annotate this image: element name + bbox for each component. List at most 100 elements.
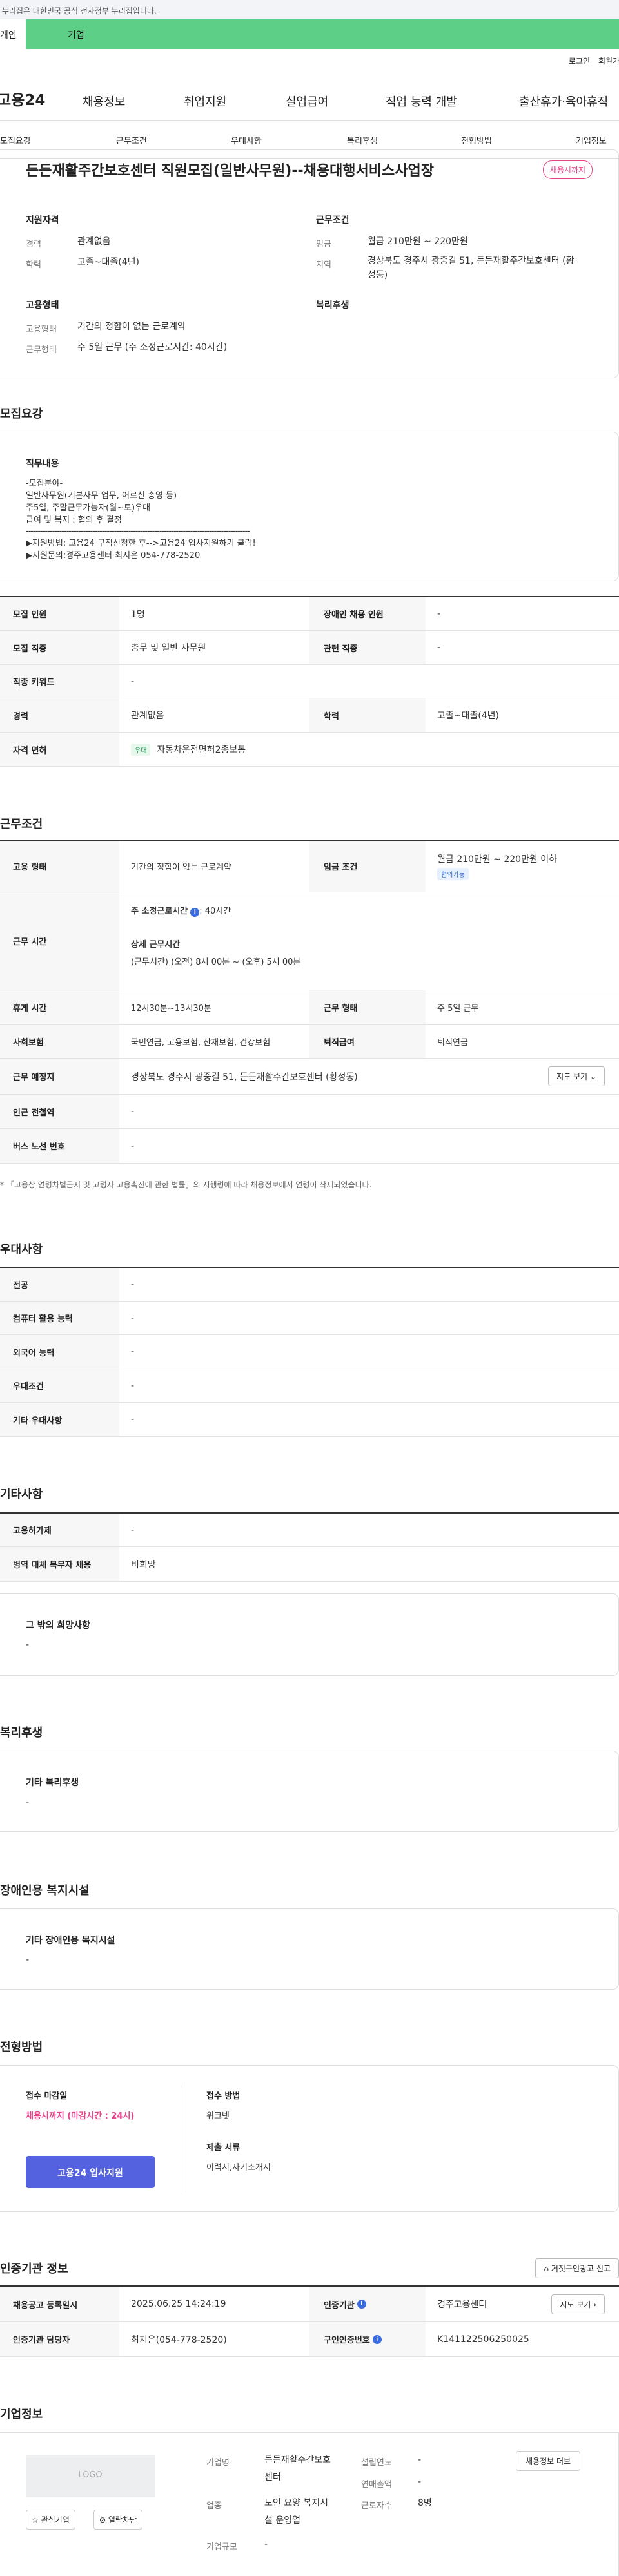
welfare-box: 기타 복리후생 -	[0, 1751, 619, 1832]
tab-preferences[interactable]: 우대사항	[231, 134, 262, 146]
cell-header: 경력	[0, 698, 119, 732]
tab-company[interactable]: 기업	[68, 28, 84, 41]
negotiable-chip: 협의가능	[437, 868, 469, 880]
tab-company-info[interactable]: 기업정보	[576, 134, 607, 146]
founded-label: 설립연도	[361, 2458, 392, 2468]
job-summary-card: 든든재활주간보호센터 직원모집(일반사무원)--채용대행서비스사업장 채용시까지…	[0, 149, 619, 378]
company-size-label: 기업규모	[206, 2542, 237, 2552]
gnb-jobs[interactable]: 채용정보	[83, 93, 125, 110]
cell-value: -	[131, 1106, 135, 1117]
table-row: 모집 인원 1명 장애인 채용 인원 -	[0, 597, 619, 631]
login-link[interactable]: 로그인	[569, 55, 590, 66]
table-row: 사회보험 국민연금, 고용보험, 산재보험, 건강보험 퇴직급여 퇴직연금	[0, 1025, 619, 1059]
employees-label: 근로자수	[361, 2501, 392, 2511]
table-row: 근무 예정지 경상북도 경주시 광중길 51, 든든재활주간보호센터 (황성동)…	[0, 1059, 619, 1095]
cell-value: 고졸~대졸(4년)	[437, 711, 499, 721]
cell-value: 주 5일 근무	[437, 1004, 479, 1014]
cell-value: 비희망	[131, 1559, 156, 1570]
section-welfare-title: 복리후생	[0, 1726, 43, 1740]
duty-heading: 직무내용	[26, 459, 59, 469]
emp-heading: 고용형태	[26, 300, 59, 311]
cell-header: 자격 면허	[0, 733, 119, 766]
job-title: 든든재활주간보호센터 직원모집(일반사무원)--채용대행서비스사업장	[26, 163, 434, 179]
company-name-label: 기업명	[206, 2458, 230, 2468]
report-fake-ad-button[interactable]: ⌂ 거짓구인광고 신고	[535, 2258, 619, 2278]
welfare-box-value: -	[26, 1797, 30, 1807]
tab-welfare[interactable]: 복리후생	[347, 134, 378, 146]
block-icon: ⊘	[99, 2515, 106, 2524]
industry-value-1: 노인 요양 복지시	[264, 2498, 329, 2508]
weekly-hours-label: 주 소정근로시간	[131, 907, 188, 916]
founded-value: -	[418, 2455, 422, 2465]
detail-hours-label: 상세 근무시간	[131, 940, 181, 950]
cell-header: 휴게 시간	[0, 990, 119, 1024]
emptype-value: 기간의 정함이 없는 근로계약	[77, 322, 186, 332]
gnb-support[interactable]: 취업지원	[184, 93, 226, 110]
table-row: 근무 시간 주 소정근로시간 i: 40시간 상세 근무시간 (근무시간) (오전…	[0, 892, 619, 990]
duty-line: ▶지원방법: 고용24 구직신청한 후-->고용24 입사지원하기 클릭!	[26, 539, 256, 548]
license-value: 자동차운전면허2종보통	[157, 745, 246, 755]
info-icon[interactable]: i	[357, 2300, 366, 2309]
cell-header: 고용허가제	[0, 1514, 119, 1546]
disability-box-value: -	[26, 1955, 30, 1965]
tab-recruit[interactable]: 모집요강	[0, 134, 31, 146]
more-jobs-button[interactable]: 채용정보 더보	[516, 2451, 581, 2471]
duty-line: 일반사무원(기본사무 업무, 어르신 송영 등)	[26, 491, 177, 501]
duty-divider: ----------------------------------------…	[26, 526, 250, 536]
cell-header: 전공	[0, 1268, 119, 1301]
section-agency-title: 인증기관 정보	[0, 2262, 68, 2276]
cell-header: 우대조건	[0, 1369, 119, 1402]
tab-conditions[interactable]: 근무조건	[116, 134, 147, 146]
cond-heading: 근무조건	[316, 215, 349, 226]
cell-value: 12시30분~13시30분	[131, 1004, 211, 1014]
block-view-label: 열람차단	[108, 2515, 137, 2524]
global-nav: 고용24 채용정보 취업지원 실업급여 직업 능력 개발 출산휴가·육아휴직	[0, 71, 619, 121]
gnb-leave[interactable]: 출산휴가·육아휴직	[519, 93, 608, 110]
welfare-heading: 복리후생	[316, 300, 349, 311]
section-selection-title: 전형방법	[0, 2041, 43, 2054]
info-icon[interactable]: i	[190, 908, 200, 917]
cell-header: 외국어 능력	[0, 1335, 119, 1369]
favorite-company-button[interactable]: ☆ 관심기업	[26, 2510, 75, 2530]
company-size-value: -	[264, 2539, 268, 2550]
career-value: 관계없음	[77, 236, 111, 247]
company-logo-placeholder: LOGO	[26, 2455, 155, 2497]
agency-map-button[interactable]: 지도 보기 ›	[551, 2294, 605, 2314]
etc-box-value: -	[26, 1640, 30, 1650]
utility-links: 로그인 회원가입	[0, 49, 619, 71]
info-icon[interactable]: i	[372, 2334, 382, 2344]
map-button[interactable]: 지도 보기 ⌄	[548, 1066, 605, 1086]
gov-banner-text: 이 누리집은 대한민국 공식 전자정부 누리집입니다.	[0, 6, 157, 15]
edu-value: 고졸~대졸(4년)	[77, 257, 139, 267]
block-view-button[interactable]: ⊘ 열람차단	[93, 2510, 143, 2530]
wage-value: 월급 210만원 ~ 220만원	[368, 236, 468, 247]
signup-link[interactable]: 회원가입	[598, 55, 619, 66]
cell-header: 버스 노선 번호	[0, 1129, 119, 1163]
location-label: 지역	[316, 260, 331, 270]
cell-header: 인증기관 i	[310, 2287, 426, 2321]
gnb-training[interactable]: 직업 능력 개발	[386, 93, 457, 110]
table-row: 채용공고 등록일시 2025.06.25 14:24:19 인증기관 i 경주고용…	[0, 2287, 619, 2322]
weekly-hours-value: : 40시간	[199, 907, 231, 916]
table-row: 기타 우대사항 -	[0, 1403, 619, 1437]
chevron-right-icon: ›	[593, 2300, 596, 2309]
cell-header: 모집 직종	[0, 631, 119, 664]
tab-company-label: 기업	[68, 30, 84, 41]
cell-value: -	[131, 1279, 135, 1290]
duty-line: -모집분야-	[26, 479, 63, 488]
site-logo[interactable]: 고용24	[0, 88, 45, 110]
tab-selection[interactable]: 전형방법	[461, 134, 492, 146]
cell-header: 퇴직급여	[310, 1025, 426, 1058]
table-row: 전공 -	[0, 1268, 619, 1302]
cell-value: K141122506250025	[437, 2334, 529, 2345]
cell-header: 근무 형태	[310, 990, 426, 1024]
tab-personal[interactable]: 개인	[0, 19, 26, 49]
table-row: 우대조건 -	[0, 1369, 619, 1403]
wage-range: 월급 210만원 ~ 220만원 이하	[437, 854, 558, 865]
table-row: 인근 전철역 -	[0, 1095, 619, 1129]
deadline-badge: 채용시까지	[542, 160, 593, 179]
table-row: 외국어 능력 -	[0, 1335, 619, 1369]
apply-button[interactable]: 고용24 입사지원	[26, 2156, 155, 2188]
table-row: 병역 대체 복무자 채용 비희망	[0, 1547, 619, 1582]
gnb-benefit[interactable]: 실업급여	[286, 93, 328, 110]
